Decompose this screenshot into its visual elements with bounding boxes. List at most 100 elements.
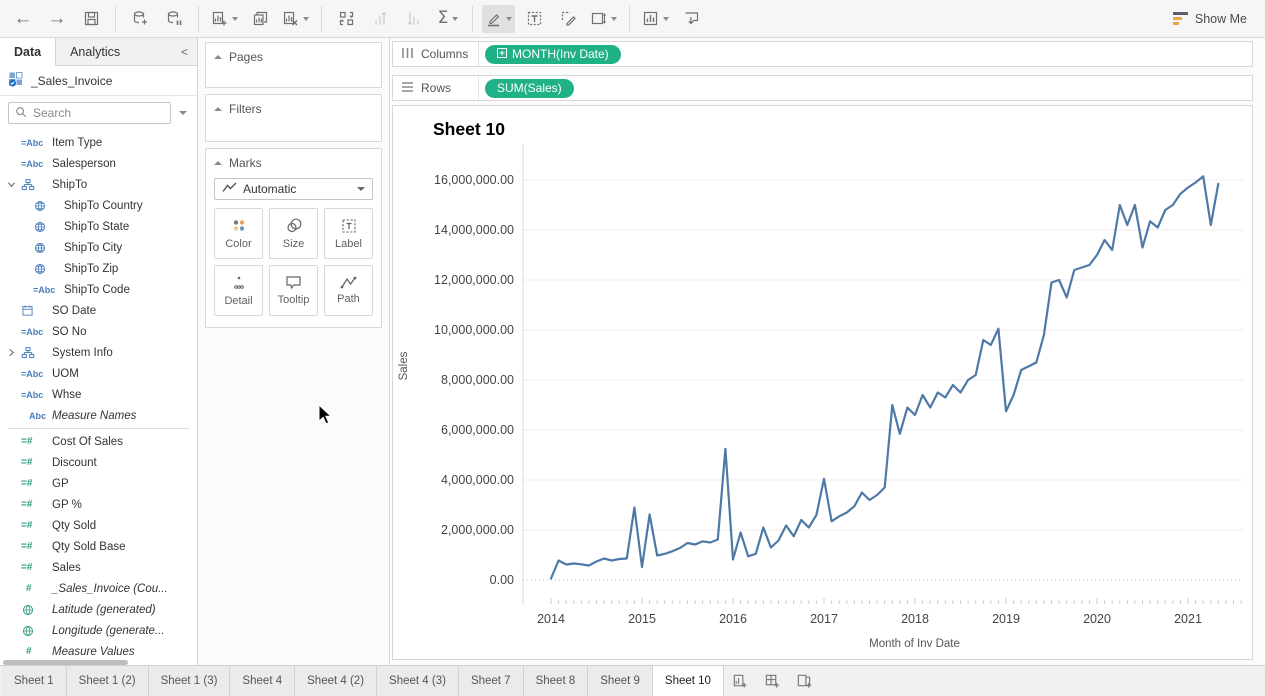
field-item-gp[interactable]: =#GP %	[0, 494, 197, 515]
toolbar-divider	[321, 6, 322, 32]
mark-type-dropdown[interactable]: Automatic	[214, 178, 373, 200]
columns-icon	[401, 47, 414, 62]
path-mark-button[interactable]: Path	[324, 265, 373, 316]
svg-text:Month of Inv Date: Month of Inv Date	[869, 638, 960, 650]
filters-card[interactable]: Filters	[205, 94, 382, 142]
field-item-salesperson[interactable]: =AbcSalesperson	[0, 153, 197, 174]
field-item-whse[interactable]: =AbcWhse	[0, 384, 197, 405]
sheet-tab-sheet-1-3[interactable]: Sheet 1 (3)	[149, 666, 231, 696]
field-label: GP %	[52, 499, 82, 511]
collapse-pane-button[interactable]: <	[172, 38, 197, 65]
swap-rows-columns-button[interactable]	[331, 5, 361, 33]
new-worksheet-button[interactable]	[724, 666, 756, 696]
dropdown-caret-icon	[452, 17, 458, 21]
svg-text:2020: 2020	[1083, 612, 1111, 626]
datasource-item[interactable]: _Sales_Invoice	[0, 66, 197, 96]
worksheet-canvas[interactable]: Sheet 10 0.002,000,000.004,000,000.006,0…	[392, 105, 1253, 660]
fit-selector-button[interactable]	[639, 5, 672, 33]
dropdown-caret-icon	[303, 17, 309, 21]
field-item-shipto-city[interactable]: ShipTo City	[0, 237, 197, 258]
sheet-tab-sheet-10[interactable]: Sheet 10	[653, 665, 724, 696]
field-item-discount[interactable]: =#Discount	[0, 452, 197, 473]
search-input-box[interactable]	[8, 102, 171, 124]
pause-updates-icon	[166, 10, 183, 27]
field-item-qty-sold[interactable]: =#Qty Sold	[0, 515, 197, 536]
svg-text:2016: 2016	[719, 612, 747, 626]
new-dashboard-button[interactable]	[756, 666, 788, 696]
duplicate-sheet-button[interactable]	[245, 5, 275, 33]
search-input[interactable]	[33, 106, 133, 120]
field-item-so-date[interactable]: SO Date	[0, 300, 197, 321]
cell-size-button[interactable]	[587, 5, 620, 33]
expander-down-icon[interactable]	[6, 180, 16, 189]
new-worksheet-button[interactable]	[208, 5, 241, 33]
dropdown-caret-icon	[232, 17, 238, 21]
mark-labels-button[interactable]	[519, 5, 549, 33]
save-button[interactable]	[76, 5, 106, 33]
show-me-label: Show Me	[1195, 12, 1247, 26]
toolbar-divider	[198, 6, 199, 32]
sales-line-chart[interactable]: 0.002,000,000.004,000,000.006,000,000.00…	[393, 106, 1253, 660]
field-label: Qty Sold Base	[52, 541, 126, 553]
sheet-tab-sheet-7[interactable]: Sheet 7	[459, 666, 524, 696]
expander-right-icon[interactable]	[6, 348, 16, 357]
label-mark-button[interactable]: Label	[324, 208, 373, 259]
tab-analytics[interactable]: Analytics	[56, 38, 134, 65]
field-item-shipto-zip[interactable]: ShipTo Zip	[0, 258, 197, 279]
pill-month-inv-date[interactable]: MONTH(Inv Date)	[485, 45, 621, 64]
field-item-uom[interactable]: =AbcUOM	[0, 363, 197, 384]
pages-card[interactable]: Pages	[205, 42, 382, 88]
columns-shelf[interactable]: Columns MONTH(Inv Date)	[392, 41, 1253, 67]
field-item-gp[interactable]: =#GP	[0, 473, 197, 494]
sheet-tab-sheet-4-2[interactable]: Sheet 4 (2)	[295, 666, 377, 696]
sheet-tab-sheet-1[interactable]: Sheet 1	[2, 666, 67, 696]
field-item-system-info[interactable]: System Info	[0, 342, 197, 363]
horizontal-scrollbar-thumb[interactable]	[3, 660, 128, 665]
totals-button[interactable]: Σ	[433, 5, 463, 33]
field-item-so-no[interactable]: =AbcSO No	[0, 321, 197, 342]
size-mark-button[interactable]: Size	[269, 208, 318, 259]
field-label: ShipTo State	[64, 221, 129, 233]
new-story-button[interactable]	[788, 666, 820, 696]
dropdown-caret-icon	[611, 17, 617, 21]
field-item-shipto-code[interactable]: =AbcShipTo Code	[0, 279, 197, 300]
highlight-button[interactable]	[482, 5, 515, 33]
field-item-measure-names[interactable]: AbcMeasure Names	[0, 405, 197, 426]
field-item-shipto-country[interactable]: ShipTo Country	[0, 195, 197, 216]
color-mark-button[interactable]: Color	[214, 208, 263, 259]
format-annotate-button[interactable]	[553, 5, 583, 33]
rows-shelf[interactable]: Rows SUM(Sales)	[392, 75, 1253, 101]
presentation-mode-button[interactable]	[676, 5, 706, 33]
new-datasource-button[interactable]	[125, 5, 155, 33]
mark-button-label: Path	[337, 293, 360, 305]
clear-sheet-button[interactable]	[279, 5, 312, 33]
sheet-tab-sheet-9[interactable]: Sheet 9	[588, 666, 653, 696]
field-item-sales[interactable]: =#Sales	[0, 557, 197, 578]
field-item-sales-invoice-cou[interactable]: #_Sales_Invoice (Cou...	[0, 578, 197, 599]
calendar-field-icon	[21, 304, 47, 317]
sheet-tab-sheet-8[interactable]: Sheet 8	[524, 666, 589, 696]
redo-button[interactable]: →	[42, 5, 72, 33]
field-item-longitude-generate[interactable]: Longitude (generate...	[0, 620, 197, 641]
field-list-options-caret[interactable]	[179, 111, 187, 115]
pill-sum-sales[interactable]: SUM(Sales)	[485, 79, 574, 98]
show-me-button[interactable]: Show Me	[1173, 12, 1259, 26]
field-item-shipto[interactable]: ShipTo	[0, 174, 197, 195]
field-item-item-type[interactable]: =AbcItem Type	[0, 132, 197, 153]
field-item-latitude-generated[interactable]: Latitude (generated)	[0, 599, 197, 620]
mark-button-label: Color	[225, 238, 251, 250]
sheet-tab-sheet-4[interactable]: Sheet 4	[230, 666, 295, 696]
field-item-qty-sold-base[interactable]: =#Qty Sold Base	[0, 536, 197, 557]
pause-updates-button[interactable]	[159, 5, 189, 33]
field-item-cost-of-sales[interactable]: =#Cost Of Sales	[0, 431, 197, 452]
sheet-tab-sheet-1-2[interactable]: Sheet 1 (2)	[67, 666, 149, 696]
detail-mark-button[interactable]: Detail	[214, 265, 263, 316]
undo-button[interactable]: ←	[8, 5, 38, 33]
field-label: Latitude (generated)	[52, 604, 156, 616]
field-item-shipto-state[interactable]: ShipTo State	[0, 216, 197, 237]
sheet-tab-sheet-4-3[interactable]: Sheet 4 (3)	[377, 666, 459, 696]
tab-data[interactable]: Data	[0, 38, 56, 66]
line-mark-icon	[222, 182, 237, 196]
tooltip-mark-button[interactable]: Tooltip	[269, 265, 318, 316]
field-item-measure-values[interactable]: #Measure Values	[0, 641, 197, 662]
